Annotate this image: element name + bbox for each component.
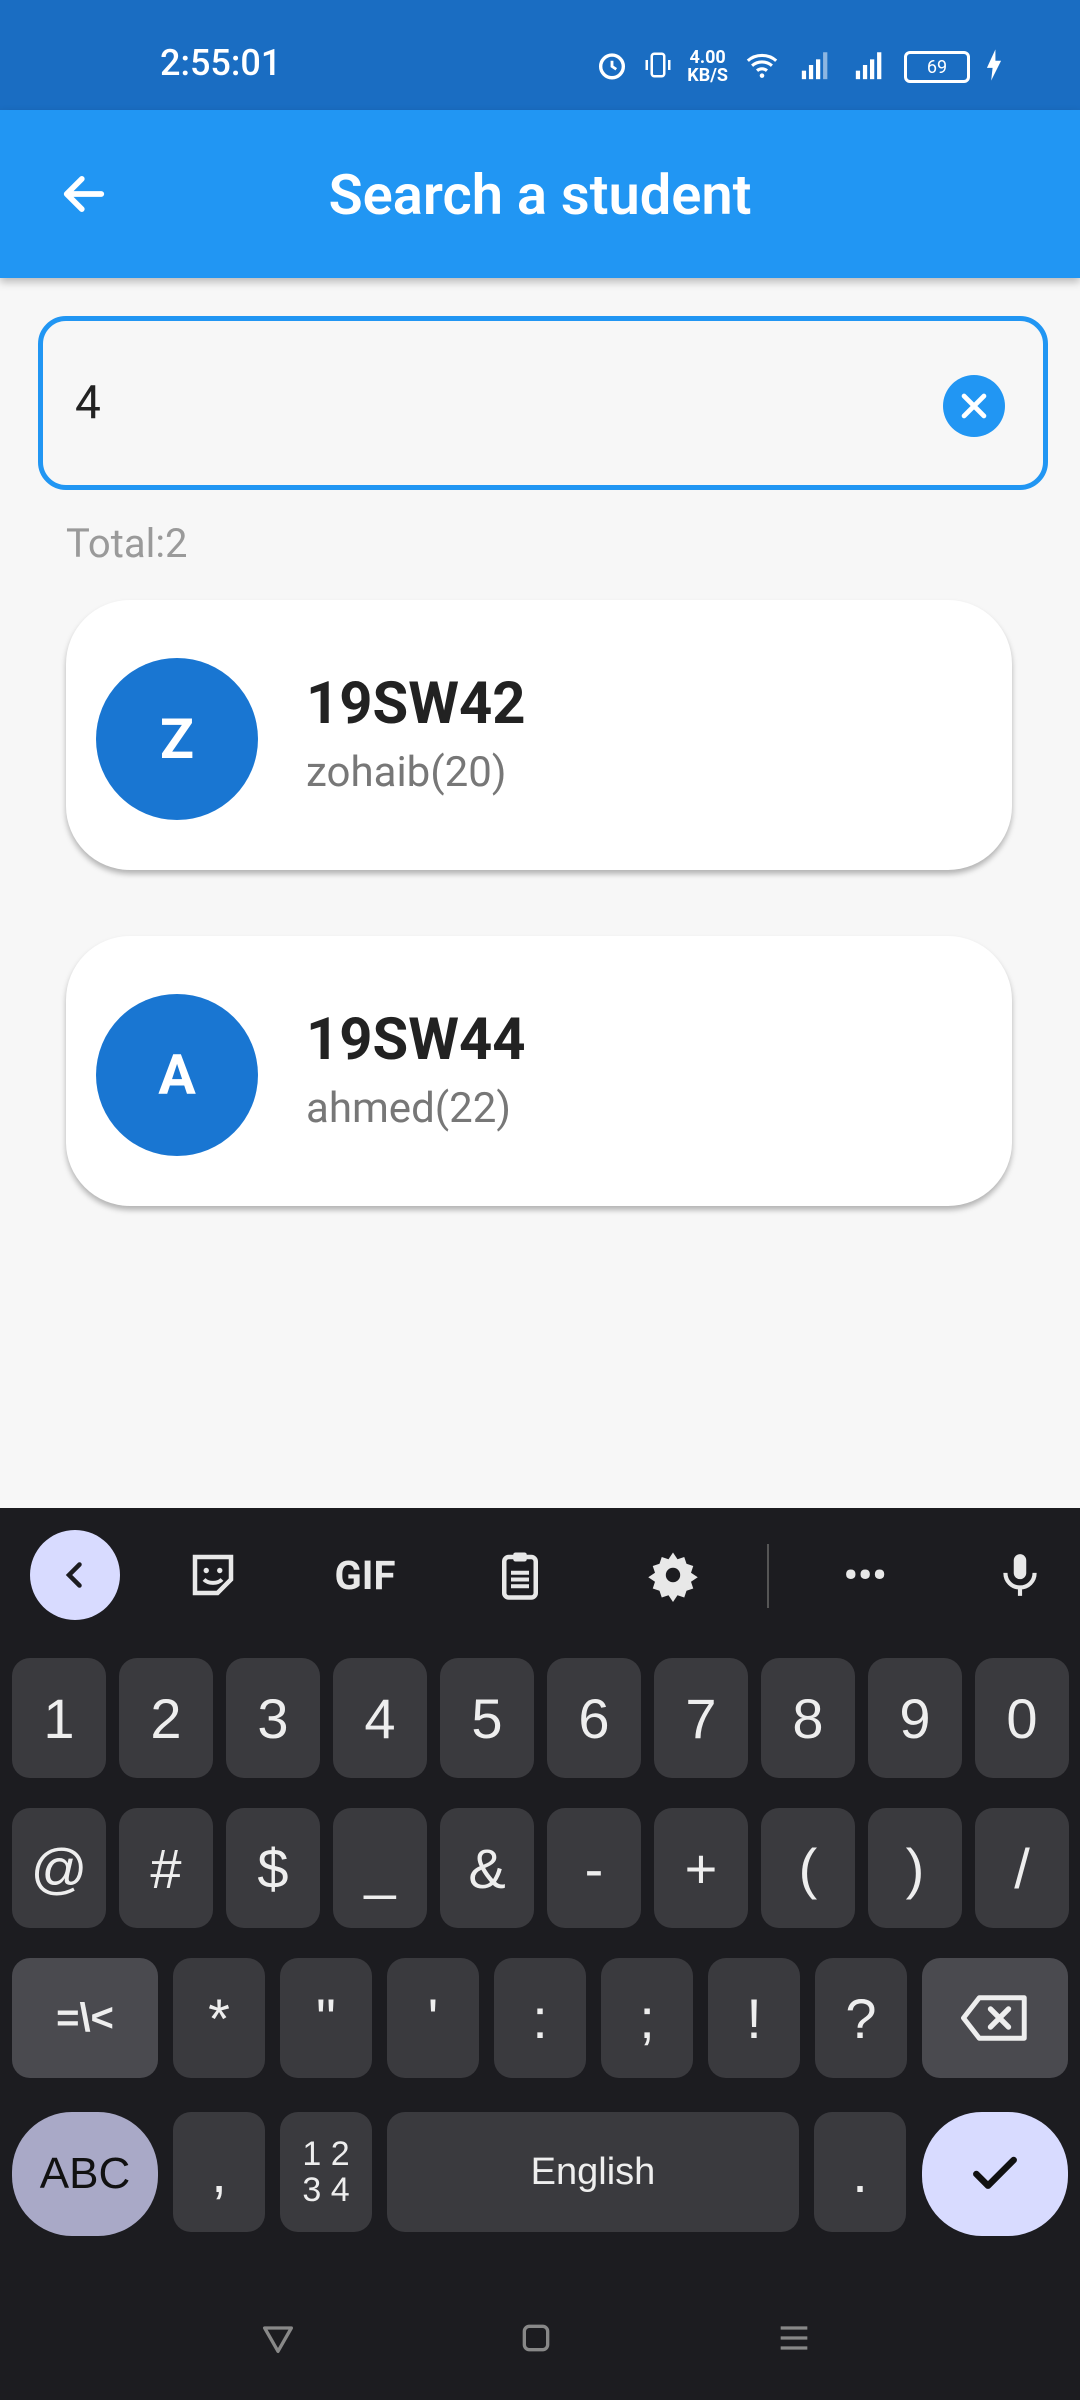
abc-key[interactable]: ABC <box>12 2112 158 2236</box>
key-plus[interactable]: + <box>654 1808 748 1928</box>
avatar: Z <box>96 658 258 820</box>
keyboard-toolbar: GIF ••• <box>0 1508 1080 1638</box>
results-total: Total:2 <box>66 520 188 567</box>
chevron-left-icon <box>65 1562 82 1588</box>
clear-search-button[interactable] <box>943 375 1005 437</box>
key-dollar[interactable]: $ <box>226 1808 320 1928</box>
search-input[interactable] <box>73 367 877 439</box>
key-1[interactable]: 1 <box>12 1658 106 1778</box>
settings-button[interactable] <box>628 1530 718 1620</box>
numbers-key[interactable]: 1 2 3 4 <box>280 2112 372 2232</box>
net-speed: 4.00 KB/S <box>687 47 728 86</box>
key-7[interactable]: 7 <box>654 1658 748 1778</box>
soft-keyboard: GIF ••• 1 2 3 4 5 6 7 8 9 0 @ # $ _ & - … <box>0 1508 1080 2400</box>
search-field[interactable] <box>38 316 1048 490</box>
student-card[interactable]: A 19SW44 ahmed(22) <box>66 936 1012 1206</box>
key-0[interactable]: 0 <box>975 1658 1069 1778</box>
symbols-page-key[interactable]: =\< <box>12 1958 158 2078</box>
clipboard-button[interactable] <box>475 1530 565 1620</box>
charging-icon <box>984 48 1004 86</box>
key-question[interactable]: ? <box>815 1958 907 2078</box>
signal-icon-1 <box>796 48 836 86</box>
key-minus[interactable]: - <box>547 1808 641 1928</box>
menu-recents-icon <box>780 2326 808 2350</box>
system-nav-bar <box>0 2270 1080 2400</box>
backspace-key[interactable] <box>922 1958 1068 2078</box>
status-bar: 2:55:01 4.00 KB/S 69 <box>0 0 1080 110</box>
nav-back-button[interactable] <box>248 2308 308 2368</box>
key-open-paren[interactable]: ( <box>761 1808 855 1928</box>
key-8[interactable]: 8 <box>761 1658 855 1778</box>
key-9[interactable]: 9 <box>868 1658 962 1778</box>
alarm-icon <box>595 48 629 86</box>
avatar: A <box>96 994 258 1156</box>
toolbar-divider <box>767 1544 769 1608</box>
gif-button[interactable]: GIF <box>320 1530 410 1620</box>
key-slash[interactable]: / <box>975 1808 1069 1928</box>
status-time: 2:55:01 <box>160 42 282 84</box>
key-comma[interactable]: , <box>173 2112 265 2232</box>
key-colon[interactable]: : <box>494 1958 586 2078</box>
done-key[interactable] <box>922 2112 1068 2236</box>
key-close-paren[interactable]: ) <box>868 1808 962 1928</box>
student-roll-number: 19SW44 <box>306 1006 526 1074</box>
key-period[interactable]: . <box>814 2112 906 2232</box>
battery-icon: 69 <box>904 51 970 83</box>
signal-icon-2 <box>850 48 890 86</box>
student-name-age: ahmed(22) <box>306 1084 511 1133</box>
more-options-button[interactable]: ••• <box>820 1530 910 1620</box>
key-single-quote[interactable]: ' <box>387 1958 479 2078</box>
key-4[interactable]: 4 <box>333 1658 427 1778</box>
wifi-icon <box>742 48 782 86</box>
nav-recents-button[interactable] <box>764 2308 824 2368</box>
space-key[interactable]: English <box>387 2112 799 2232</box>
square-home-icon <box>522 2324 550 2352</box>
sticker-button[interactable] <box>168 1530 258 1620</box>
key-3[interactable]: 3 <box>226 1658 320 1778</box>
key-underscore[interactable]: _ <box>333 1808 427 1928</box>
key-asterisk[interactable]: * <box>173 1958 265 2078</box>
keyboard-collapse-button[interactable] <box>30 1530 120 1620</box>
voice-input-button[interactable] <box>975 1530 1065 1620</box>
student-card[interactable]: Z 19SW42 zohaib(20) <box>66 600 1012 870</box>
clipboard-icon <box>502 1552 538 1600</box>
vibrate-icon <box>643 48 673 86</box>
key-2[interactable]: 2 <box>119 1658 213 1778</box>
nav-home-button[interactable] <box>506 2308 566 2368</box>
backspace-icon <box>961 1995 1027 2041</box>
key-hash[interactable]: # <box>119 1808 213 1928</box>
checkmark-icon <box>973 2156 1017 2189</box>
key-semicolon[interactable]: ; <box>601 1958 693 2078</box>
key-double-quote[interactable]: " <box>280 1958 372 2078</box>
key-at[interactable]: @ <box>12 1808 106 1928</box>
key-6[interactable]: 6 <box>547 1658 641 1778</box>
student-roll-number: 19SW42 <box>306 670 526 738</box>
gear-icon <box>648 1552 698 1602</box>
key-ampersand[interactable]: & <box>440 1808 534 1928</box>
close-icon <box>961 393 987 419</box>
sticker-icon <box>192 1554 234 1596</box>
status-icons: 4.00 KB/S 69 <box>595 48 1004 86</box>
app-bar: Search a student <box>0 110 1080 278</box>
student-name-age: zohaib(20) <box>306 748 507 797</box>
triangle-back-icon <box>263 2326 293 2353</box>
page-title: Search a student <box>328 162 752 228</box>
key-5[interactable]: 5 <box>440 1658 534 1778</box>
key-exclamation[interactable]: ! <box>708 1958 800 2078</box>
microphone-icon <box>1003 1554 1037 1596</box>
